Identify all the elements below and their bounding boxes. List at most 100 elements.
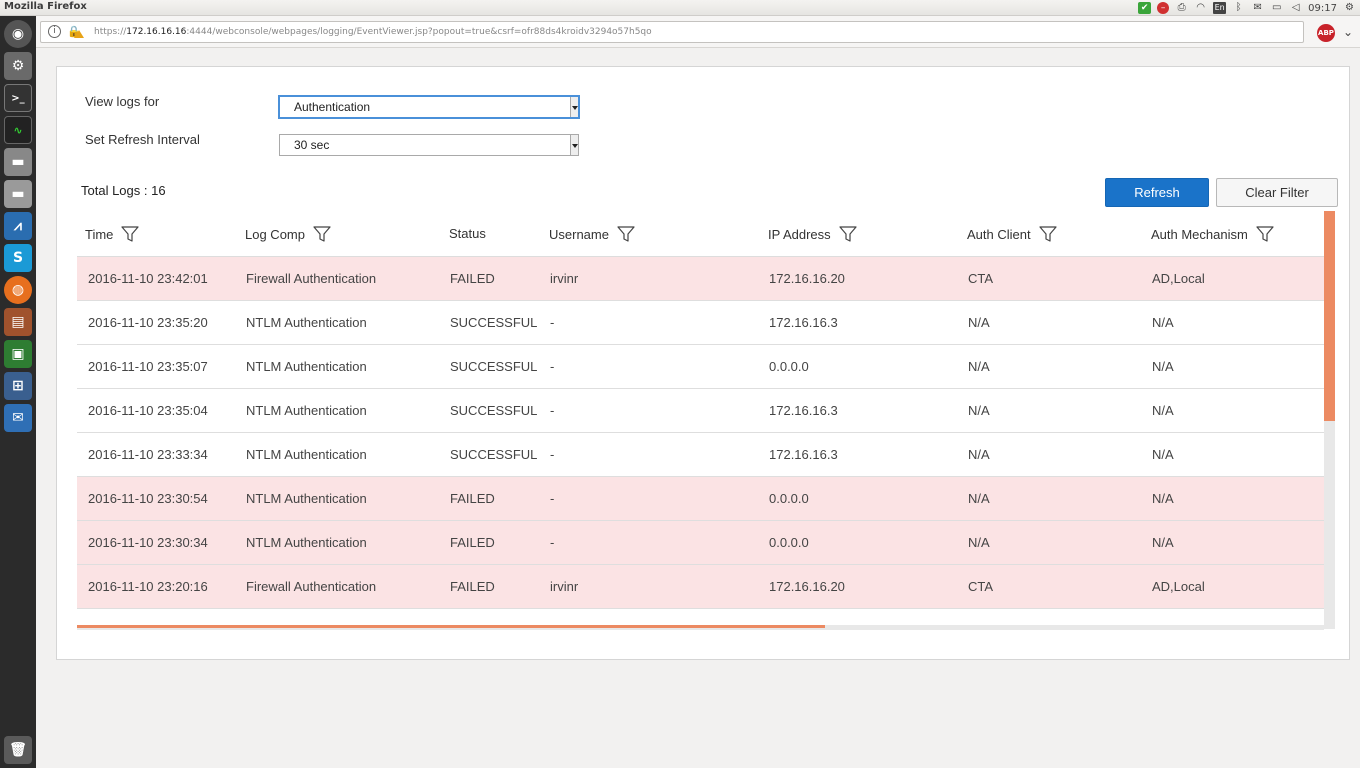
cell-auth-mechanism: N/A: [1152, 359, 1174, 374]
cell-username: -: [550, 447, 555, 462]
cell-auth-mechanism: N/A: [1152, 491, 1174, 506]
refresh-interval-value: 30 sec: [294, 138, 330, 152]
column-header-label: Status: [449, 226, 486, 241]
column-header-label: IP Address: [768, 226, 831, 242]
cell-username: -: [550, 491, 555, 506]
window-title: Mozilla Firefox: [4, 1, 87, 12]
cell-ip-address: 172.16.16.20: [769, 579, 845, 594]
filter-icon[interactable]: [839, 226, 857, 242]
table-row[interactable]: 2016-11-10 23:30:54 NTLM Authentication FA…: [77, 477, 1324, 521]
cell-username: -: [550, 359, 555, 374]
gear-icon[interactable]: ⚙: [1343, 2, 1356, 14]
column-header-label: Auth Mechanism: [1151, 226, 1248, 242]
filter-icon[interactable]: [617, 226, 635, 242]
terminal-icon[interactable]: >_: [4, 84, 32, 112]
url-bar[interactable]: i 🔒 https://172.16.16.16:4444/webconsole…: [40, 21, 1304, 43]
cell-log-comp: Firewall Authentication: [246, 579, 377, 594]
battery-icon[interactable]: ▭: [1270, 2, 1283, 14]
column-header-ip-address[interactable]: IP Address: [768, 226, 857, 242]
dropdown-arrow-icon: [570, 135, 578, 155]
bluetooth-icon[interactable]: ᛒ: [1232, 2, 1245, 14]
clock[interactable]: 09:17: [1308, 3, 1337, 14]
system-tray: ✔ – ⎙ ◠ En ᛒ ✉ ▭ ◁ 09:17 ⚙: [1138, 0, 1356, 16]
cell-auth-mechanism: N/A: [1152, 447, 1174, 462]
filter-icon[interactable]: [313, 226, 331, 242]
cell-status: FAILED: [450, 271, 495, 286]
printer-icon[interactable]: ⎙: [1175, 2, 1188, 14]
firefox-icon[interactable]: ◍: [4, 276, 32, 304]
skype-icon[interactable]: S: [4, 244, 32, 272]
cell-status: SUCCESSFUL: [450, 315, 538, 330]
table-row[interactable]: 2016-11-10 23:35:04 NTLM Authentication SU…: [77, 389, 1324, 433]
column-header-label: Log Comp: [245, 226, 305, 242]
cell-time: 2016-11-10 23:35:20: [88, 315, 208, 330]
cell-username: irvinr: [550, 579, 579, 594]
cell-auth-client: N/A: [968, 447, 990, 462]
disk-icon[interactable]: ▬: [4, 148, 32, 176]
adblock-icon[interactable]: ABP: [1317, 24, 1335, 42]
cell-time: 2016-11-10 23:42:01: [88, 271, 208, 286]
wifi-icon[interactable]: ◠: [1194, 2, 1207, 14]
table-row[interactable]: 2016-11-10 23:35:20 NTLM Authentication SU…: [77, 301, 1324, 345]
column-header-username[interactable]: Username: [549, 226, 635, 242]
table-body: 2016-11-10 23:42:01 Firewall Authenticati…: [77, 257, 1324, 629]
keyboard-layout-indicator[interactable]: En: [1213, 2, 1227, 14]
stop-icon[interactable]: –: [1157, 2, 1170, 14]
table-row[interactable]: 2016-11-10 23:33:34 NTLM Authentication SU…: [77, 433, 1324, 477]
vertical-scrollbar[interactable]: [1324, 211, 1335, 629]
filter-icon[interactable]: [121, 226, 140, 242]
view-logs-select[interactable]: Authentication: [278, 95, 580, 119]
table-row[interactable]: 2016-11-10 23:35:07 NTLM Authentication SU…: [77, 345, 1324, 389]
column-header-time[interactable]: Time: [85, 226, 140, 242]
column-header-log-comp[interactable]: Log Comp: [245, 226, 331, 242]
cell-ip-address: 172.16.16.3: [769, 403, 838, 418]
cell-auth-mechanism: N/A: [1152, 403, 1174, 418]
monitor-icon[interactable]: ⩘: [4, 212, 32, 240]
thunderbird-icon[interactable]: ✉: [4, 404, 32, 432]
ubuntu-dash-icon[interactable]: ◉: [4, 20, 32, 48]
column-header-status[interactable]: Status: [449, 226, 486, 241]
cell-auth-mechanism: AD,Local: [1152, 271, 1205, 286]
system-monitor-icon[interactable]: ∿: [4, 116, 32, 144]
vertical-scroll-thumb[interactable]: [1324, 211, 1335, 421]
settings-icon[interactable]: ⚙: [4, 52, 32, 80]
volume-icon[interactable]: ◁: [1289, 2, 1302, 14]
column-header-auth-mechanism[interactable]: Auth Mechanism: [1151, 226, 1274, 242]
horizontal-scrollbar[interactable]: [77, 625, 1324, 630]
cell-time: 2016-11-10 23:33:34: [88, 447, 208, 462]
clear-filter-button[interactable]: Clear Filter: [1216, 178, 1338, 207]
view-logs-label: View logs for: [85, 94, 160, 109]
cell-ip-address: 0.0.0.0: [769, 491, 809, 506]
logs-table: Time Log Comp Status Username IP Address Auth…: [77, 211, 1324, 629]
cell-auth-mechanism: N/A: [1152, 315, 1174, 330]
cell-username: -: [550, 535, 555, 550]
cell-status: SUCCESSFUL: [450, 359, 538, 374]
cell-auth-client: CTA: [968, 271, 994, 286]
table-row[interactable]: 2016-11-10 23:20:16 Firewall Authenticati…: [77, 565, 1324, 609]
cell-ip-address: 0.0.0.0: [769, 535, 809, 550]
column-header-auth-client[interactable]: Auth Client: [967, 226, 1057, 242]
checkmark-icon[interactable]: ✔: [1138, 2, 1152, 14]
info-icon[interactable]: i: [48, 25, 61, 38]
chevron-down-icon[interactable]: ⌄: [1343, 25, 1353, 39]
refresh-interval-select[interactable]: 30 sec: [279, 134, 579, 156]
mail-icon[interactable]: ✉: [1251, 2, 1264, 14]
cell-ip-address: 172.16.16.3: [769, 447, 838, 462]
filter-icon[interactable]: [1256, 226, 1274, 242]
total-logs: Total Logs : 16: [81, 183, 166, 198]
filter-icon[interactable]: [1038, 226, 1057, 242]
cell-status: SUCCESSFUL: [450, 403, 538, 418]
cell-log-comp: NTLM Authentication: [246, 447, 367, 462]
trash-icon[interactable]: 🗑: [4, 736, 32, 764]
table-row[interactable]: 2016-11-10 23:30:34 NTLM Authentication FA…: [77, 521, 1324, 565]
url-text[interactable]: https://172.16.16.16:4444/webconsole/web…: [94, 27, 652, 37]
cell-status: FAILED: [450, 535, 495, 550]
virtualbox-icon[interactable]: ▣: [4, 340, 32, 368]
cell-status: FAILED: [450, 579, 495, 594]
refresh-button[interactable]: Refresh: [1105, 178, 1209, 207]
table-row[interactable]: 2016-11-10 23:42:01 Firewall Authenticati…: [77, 257, 1324, 301]
horizontal-scroll-thumb[interactable]: [77, 625, 825, 628]
network-icon[interactable]: ⊞: [4, 372, 32, 400]
drive-icon[interactable]: ▬: [4, 180, 32, 208]
files-icon[interactable]: ▤: [4, 308, 32, 336]
